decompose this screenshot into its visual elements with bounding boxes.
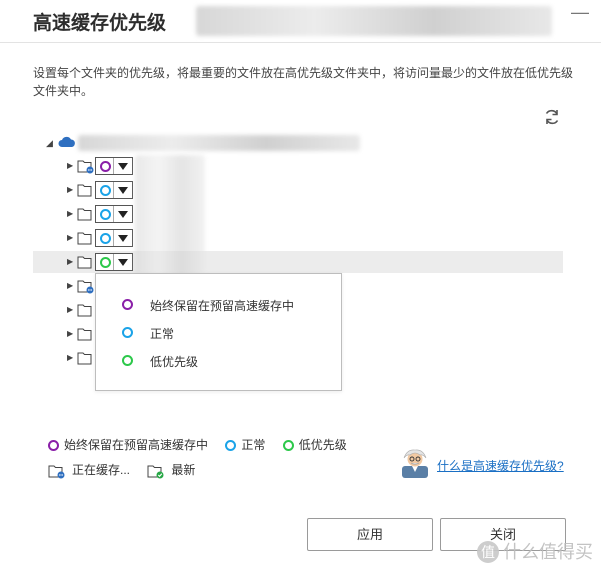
expand-arrow-icon[interactable]: ▶ [67,185,73,194]
expand-arrow-icon[interactable]: ▶ [67,281,73,290]
legend-label: 低优先级 [298,438,347,452]
blue-ring-icon [100,209,111,220]
legend-always-keep: 始终保留在预留高速缓存中 [48,436,208,453]
blurred-title-detail [196,6,552,36]
priority-dropdown-menu: 始终保留在预留高速缓存中 正常 低优先级 [95,273,342,391]
apply-button[interactable]: 应用 [307,518,433,551]
caching-folder-icon [77,280,94,294]
priority-select[interactable] [95,229,133,247]
select-divider [113,254,114,270]
menu-item-always-keep[interactable]: 始终保留在预留高速缓存中 [122,294,332,318]
legend-low: 低优先级 [282,436,347,453]
latest-folder-icon [147,465,164,479]
priority-select[interactable] [95,205,133,223]
legend-caching: 正在缓存... [48,461,130,479]
menu-item-low[interactable]: 低优先级 [122,350,332,374]
folder-icon [77,184,92,197]
blurred-folder-names [135,155,205,275]
folder-row[interactable]: ▶ [33,251,563,273]
green-ring-icon [282,440,294,451]
expand-arrow-icon[interactable]: ▶ [67,353,73,362]
menu-item-normal[interactable]: 正常 [122,322,332,346]
purple-ring-icon [48,440,59,451]
select-divider [113,182,114,198]
priority-select[interactable] [95,181,133,199]
expand-arrow-icon[interactable]: ▶ [67,329,73,338]
caching-folder-icon [77,160,94,174]
chevron-down-icon [118,235,128,242]
cloud-icon [58,136,75,147]
select-divider [113,158,114,174]
expand-root-icon[interactable]: ◢ [46,138,53,149]
legend-normal: 正常 [225,436,265,453]
green-ring-icon [122,355,133,366]
purple-ring-icon [100,161,111,172]
blurred-root-name [78,135,360,151]
folder-icon [77,328,92,341]
legend-label: 最新 [171,463,196,477]
priority-select[interactable] [95,157,133,175]
caching-folder-icon [48,465,65,479]
folder-icon [77,304,92,317]
chevron-down-icon [118,211,128,218]
menu-item-label: 正常 [150,327,175,341]
green-ring-icon [100,257,111,268]
folder-icon [77,352,92,365]
blue-ring-icon [225,440,237,451]
folder-icon [77,208,92,221]
expand-arrow-icon[interactable]: ▶ [67,233,73,242]
close-icon[interactable]: — [571,2,589,23]
watermark: 值什么值得买 [477,538,593,564]
expand-arrow-icon[interactable]: ▶ [67,209,73,218]
status-legend: 正在缓存... 最新 [48,461,209,479]
blue-ring-icon [100,233,111,244]
folder-icon [77,256,92,269]
legend-latest: 最新 [147,461,195,479]
chevron-down-icon [118,163,128,170]
expand-arrow-icon[interactable]: ▶ [67,257,73,266]
help-link[interactable]: 什么是高速缓存优先级? [437,457,564,474]
watermark-text: 什么值得买 [503,542,593,562]
legend-label: 始终保留在预留高速缓存中 [64,438,209,452]
priority-select[interactable] [95,253,133,271]
chevron-down-icon [118,187,128,194]
refresh-icon[interactable] [543,108,561,126]
priority-legend: 始终保留在预留高速缓存中 正常 低优先级 [48,436,361,453]
select-divider [113,206,114,222]
menu-item-label: 始终保留在预留高速缓存中 [150,299,295,313]
folder-icon [77,232,92,245]
description-text: 设置每个文件夹的优先级，将最重要的文件放在高优先级文件夹中，将访问量最少的文件放… [33,66,574,98]
select-divider [113,230,114,246]
watermark-badge: 值 [477,541,499,563]
expand-arrow-icon[interactable]: ▶ [67,161,73,170]
legend-label: 正在缓存... [72,463,131,477]
menu-item-label: 低优先级 [150,355,199,369]
professor-help-icon [402,449,428,478]
title-bar: 高速缓存优先级 — [0,0,601,43]
dialog-title: 高速缓存优先级 [33,13,167,34]
expand-arrow-icon[interactable]: ▶ [67,305,73,314]
blue-ring-icon [122,327,133,338]
blue-ring-icon [100,185,111,196]
purple-ring-icon [122,299,133,310]
legend-label: 正常 [241,438,266,452]
chevron-down-icon [118,259,128,266]
